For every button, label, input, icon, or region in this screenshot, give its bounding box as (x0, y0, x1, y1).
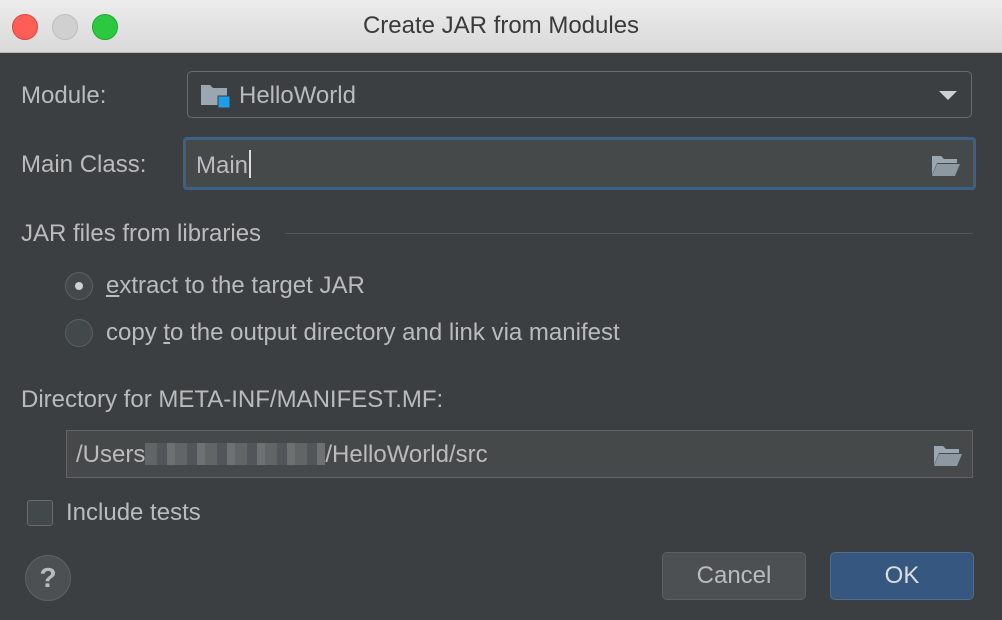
path-prefix: /Users (76, 441, 146, 468)
ok-button[interactable]: OK (830, 552, 974, 600)
option-extract-label[interactable]: extract to the target JAR (106, 272, 365, 300)
option-extract-text: xtract to the target JAR (119, 272, 365, 299)
redacted-username (145, 443, 326, 465)
folder-open-icon[interactable] (931, 153, 961, 177)
path-suffix: /HelloWorld/src (325, 441, 488, 468)
section-divider (285, 233, 973, 234)
chevron-down-icon[interactable] (939, 91, 957, 100)
module-dropdown[interactable]: HelloWorld (187, 71, 972, 118)
mnemonic: e (106, 272, 120, 299)
option-copy-label[interactable]: copy to the output directory and link vi… (106, 319, 620, 347)
include-tests-checkbox[interactable] (27, 500, 53, 526)
module-value: HelloWorld (239, 82, 356, 109)
manifest-directory-input[interactable]: /Users/HelloWorld/src (66, 430, 973, 478)
radio-selected-dot (75, 282, 83, 290)
manifest-label: Directory for META-INF/MANIFEST.MF: (21, 386, 444, 413)
cancel-button[interactable]: Cancel (662, 552, 806, 600)
main-class-input[interactable]: Main (183, 137, 976, 190)
radio-extract[interactable] (65, 272, 93, 300)
module-label: Module: (21, 82, 107, 109)
include-tests-label[interactable]: Include tests (66, 499, 201, 527)
main-class-value: Main (196, 152, 249, 179)
text-caret (249, 150, 252, 178)
option-copy-text-2: o the output directory and link via mani… (170, 319, 620, 346)
libraries-section-title: JAR files from libraries (21, 220, 262, 247)
radio-copy[interactable] (65, 319, 93, 347)
option-copy-text-1: copy (106, 319, 164, 346)
folder-open-icon[interactable] (933, 443, 963, 467)
module-folder-icon (201, 85, 230, 109)
window-title: Create JAR from Modules (362, 12, 640, 39)
title-bar: Create JAR from Modules (0, 0, 1002, 53)
help-button[interactable]: ? (25, 555, 71, 601)
main-class-label: Main Class: (21, 151, 147, 178)
